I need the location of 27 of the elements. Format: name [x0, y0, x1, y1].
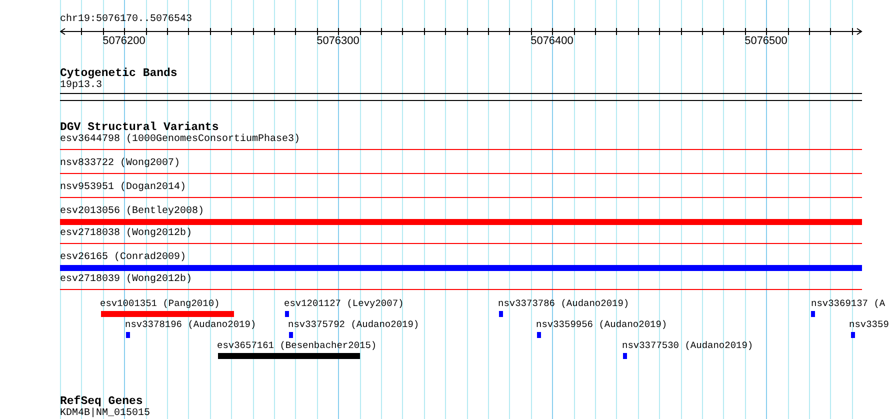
feature-label: nsv3375792 (Audano2019): [288, 319, 420, 331]
feature-label: esv1001351 (Pang2010): [100, 298, 220, 310]
feature-label: esv3644798 (1000GenomesConsortiumPhase3): [60, 134, 300, 146]
feature-label: nsv953951 (Dogan2014): [60, 182, 186, 194]
gene-label: KDM4B|NM_015015: [60, 408, 150, 419]
feature-label: nsv3377530 (Audano2019): [622, 340, 754, 352]
feature-label: esv2718038 (Wong2012b): [60, 228, 192, 240]
band-label: 19p13.3: [60, 80, 102, 92]
feature-label: esv2718039 (Wong2012b): [60, 274, 192, 286]
ruler-label: 5076500: [744, 35, 788, 47]
feature-label: nsv3359: [849, 319, 889, 331]
ruler-label: 5076400: [530, 35, 574, 47]
feature-label: esv3657161 (Besenbacher2015): [217, 340, 377, 352]
track-title: DGV Structural Variants: [60, 121, 219, 134]
ruler-label: 5076200: [102, 35, 146, 47]
feature-label: nsv3359956 (Audano2019): [536, 319, 668, 331]
feature-label: esv2013056 (Bentley2008): [60, 206, 204, 218]
feature-label: nsv833722 (Wong2007): [60, 158, 180, 170]
track-title: RefSeq Genes: [60, 395, 143, 408]
feature-label: nsv3369137 (A: [811, 298, 886, 310]
track-title: Cytogenetic Bands: [60, 67, 178, 80]
feature-label: nsv3378196 (Audano2019): [125, 319, 256, 331]
feature-label: esv26165 (Conrad2009): [60, 252, 186, 264]
location-label: chr19:5076170..5076543: [60, 14, 192, 26]
feature-label: nsv3373786 (Audano2019): [498, 298, 630, 310]
ruler-label: 5076300: [316, 35, 360, 47]
feature-label: esv1201127 (Levy2007): [284, 298, 404, 310]
